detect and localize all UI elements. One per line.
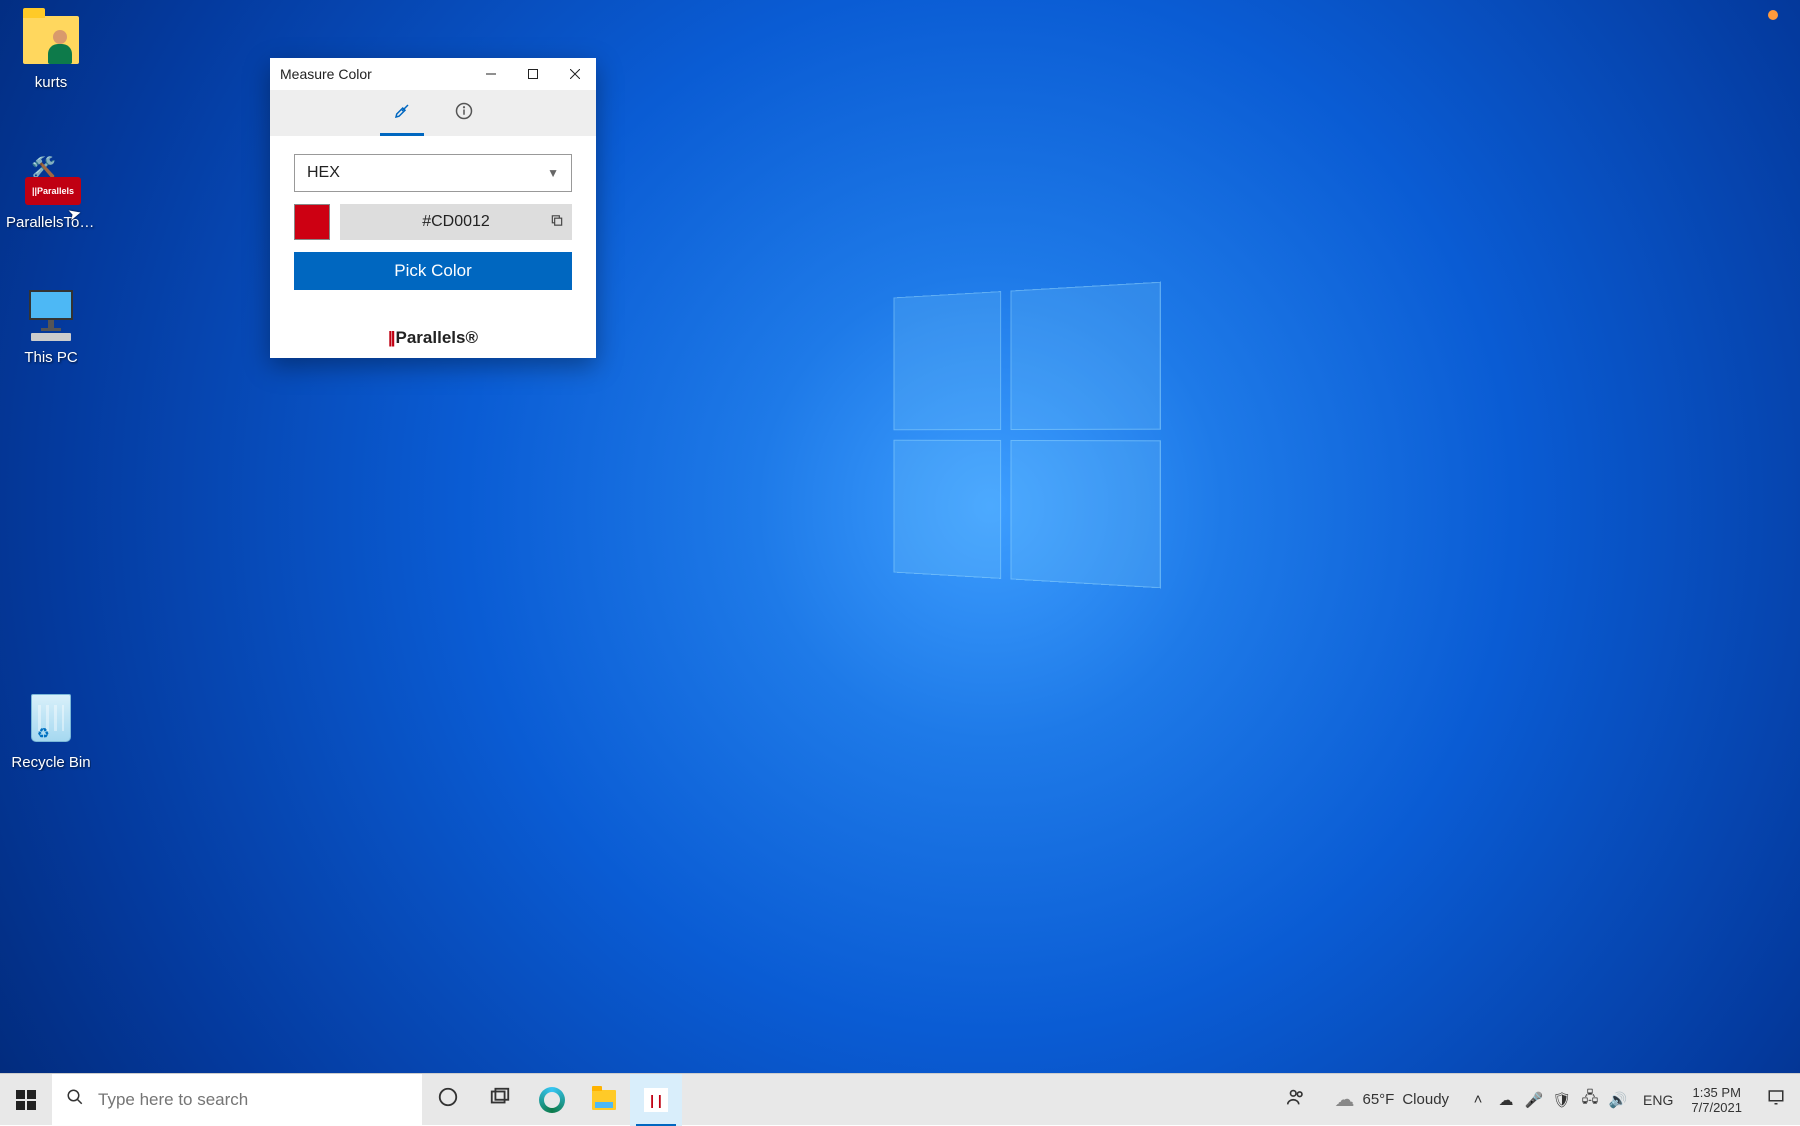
taskbar: | | ☁ 65°F Cloudy ˄ ☁ 🎤 🛡 🖧 🔊 ENG <box>0 1073 1800 1125</box>
meet-now-button[interactable] <box>1270 1074 1322 1126</box>
taskbar-file-explorer[interactable] <box>578 1074 630 1126</box>
meet-now-icon <box>1285 1086 1307 1114</box>
weather-widget[interactable]: ☁ 65°F Cloudy <box>1322 1074 1461 1125</box>
copy-button[interactable] <box>550 214 564 231</box>
taskbar-clock[interactable]: 1:35 PM 7/7/2021 <box>1681 1074 1752 1125</box>
color-value-field[interactable]: #CD0012 <box>340 204 572 240</box>
parallels-bars-icon: || <box>388 328 394 347</box>
cloud-icon: ☁ <box>1334 1087 1354 1112</box>
tray-network[interactable]: 🖧 <box>1577 1074 1603 1126</box>
cortana-icon <box>437 1086 459 1114</box>
color-swatch <box>294 204 330 240</box>
tray-chevron-up[interactable]: ˄ <box>1465 1074 1491 1126</box>
desktop-icon-label: This PC <box>24 349 77 366</box>
start-button[interactable] <box>0 1074 52 1125</box>
taskbar-parallels-toolbox[interactable]: | | <box>630 1074 682 1126</box>
search-input[interactable] <box>98 1090 408 1110</box>
minimize-icon <box>486 69 496 79</box>
maximize-button[interactable] <box>512 58 554 90</box>
wallpaper-windows-logo <box>894 282 1161 589</box>
tray-volume[interactable]: 🔊 <box>1605 1074 1631 1126</box>
task-view-button[interactable] <box>474 1074 526 1126</box>
parallels-toolbox-icon: | | <box>644 1088 668 1112</box>
tab-info[interactable] <box>448 90 480 136</box>
color-value-text: #CD0012 <box>422 213 490 231</box>
taskbar-edge[interactable] <box>526 1074 578 1126</box>
info-icon <box>455 102 473 125</box>
chevron-up-icon: ˄ <box>1474 1091 1483 1108</box>
desktop[interactable]: kurts 🛠️||Parallels ParallelsTool... Thi… <box>0 0 1800 1125</box>
taskbar-search[interactable] <box>52 1074 422 1125</box>
desktop-icon-parallels-toolbox[interactable]: 🛠️||Parallels ParallelsTool... <box>6 150 96 231</box>
desktop-icon-kurts-folder[interactable]: kurts <box>6 10 96 91</box>
copy-icon <box>550 214 564 228</box>
weather-temp: 65°F <box>1362 1091 1394 1108</box>
color-result-row: #CD0012 <box>294 204 572 240</box>
eyedropper-icon <box>393 102 411 125</box>
tray-security[interactable]: 🛡 <box>1549 1074 1575 1126</box>
clock-time: 1:35 PM <box>1692 1085 1740 1100</box>
task-view-icon <box>489 1086 511 1114</box>
windows-start-icon <box>16 1090 36 1110</box>
desktop-icon-recycle-bin[interactable]: ♻ Recycle Bin <box>6 690 96 771</box>
desktop-icon-label: kurts <box>35 74 68 91</box>
desktop-icon-label: ParallelsTool... <box>6 214 96 231</box>
close-icon <box>570 69 580 79</box>
user-folder-icon <box>21 10 81 70</box>
measure-color-window: Measure Color <box>270 58 596 358</box>
speaker-icon: 🔊 <box>1609 1091 1628 1109</box>
toolbox-icon: 🛠️||Parallels <box>21 150 81 210</box>
camera-indicator-icon <box>1768 10 1778 20</box>
titlebar[interactable]: Measure Color <box>270 58 596 90</box>
app-body: HEX ▼ #CD0012 Pick Color ||Parallels® <box>270 136 596 358</box>
desktop-icon-this-pc[interactable]: This PC <box>6 285 96 366</box>
taskbar-pinned: | | <box>422 1074 682 1125</box>
file-explorer-icon <box>592 1090 616 1110</box>
cloud-sync-icon: ☁ <box>1499 1091 1514 1109</box>
tab-picker[interactable] <box>386 90 418 136</box>
close-button[interactable] <box>554 58 596 90</box>
pick-color-button[interactable]: Pick Color <box>294 252 572 290</box>
shield-icon: 🛡 <box>1553 1091 1572 1109</box>
edge-icon <box>539 1087 565 1113</box>
color-format-select[interactable]: HEX ▼ <box>294 154 572 192</box>
language-indicator[interactable]: ENG <box>1635 1074 1681 1125</box>
network-icon: 🖧 <box>1582 1087 1599 1112</box>
tray-onedrive[interactable]: ☁ <box>1493 1074 1519 1126</box>
window-title: Measure Color <box>280 66 470 82</box>
minimize-button[interactable] <box>470 58 512 90</box>
notification-icon <box>1767 1088 1785 1111</box>
recycle-bin-icon: ♻ <box>21 690 81 750</box>
parallels-branding: ||Parallels® <box>294 328 572 348</box>
system-tray: ˄ ☁ 🎤 🛡 🖧 🔊 <box>1461 1074 1635 1125</box>
search-icon <box>66 1088 84 1111</box>
computer-icon <box>21 285 81 345</box>
clock-date: 7/7/2021 <box>1691 1100 1742 1115</box>
desktop-icon-label: Recycle Bin <box>11 754 90 771</box>
action-center-button[interactable] <box>1752 1074 1800 1125</box>
weather-desc: Cloudy <box>1402 1091 1449 1108</box>
tab-bar <box>270 90 596 136</box>
format-selected-value: HEX <box>307 164 340 182</box>
mic-off-icon: 🎤 <box>1525 1091 1544 1109</box>
tray-microphone-muted[interactable]: 🎤 <box>1521 1074 1547 1126</box>
language-text: ENG <box>1643 1092 1673 1108</box>
maximize-icon <box>528 69 538 79</box>
cortana-button[interactable] <box>422 1074 474 1126</box>
chevron-down-icon: ▼ <box>547 166 559 180</box>
